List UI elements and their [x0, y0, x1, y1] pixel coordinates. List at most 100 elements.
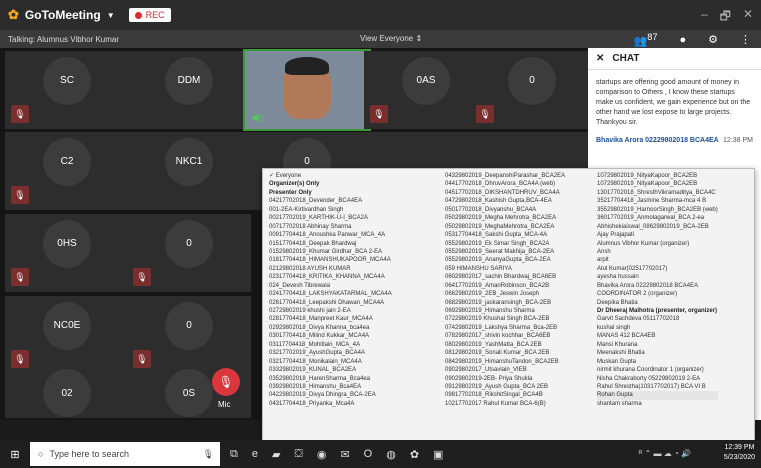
participant-tile[interactable]: NKC1 — [127, 132, 251, 210]
recipient-option[interactable]: MANAS 412 BCA4EB — [597, 332, 718, 340]
participant-tile[interactable]: 02 — [5, 368, 129, 418]
recipient-option[interactable]: 09029802017_Utsavlain_VIEB — [445, 366, 565, 374]
recipient-option[interactable]: Alumnus Vibhor Kumar (organizer) — [597, 240, 718, 248]
recipient-option[interactable]: 08429802019_HimanshuTandon_BCA2EB — [445, 358, 565, 366]
app-icon[interactable]: ▣ — [433, 448, 443, 461]
recipient-option[interactable]: Deepika Bhatia — [597, 299, 718, 307]
gotomeeting-icon[interactable]: ✿ — [410, 448, 419, 461]
recipient-option[interactable]: 07429802019_Lakshya Sharma_Bca-2EB — [445, 324, 565, 332]
recipient-option[interactable]: 00917704418_Anoushka Panwar_MCA_4A — [269, 231, 392, 239]
recipient-option[interactable]: Presenter Only — [269, 189, 392, 197]
mic-toggle-button[interactable]: 🎙 — [212, 368, 240, 396]
recipient-option[interactable]: 02129802018 AYUSH KUMAR — [269, 265, 392, 273]
recipient-option[interactable]: 01817704418_HIMANSHUKAPOOR_MCA4A — [269, 256, 392, 264]
recipient-option[interactable]: Muskan Gupta — [597, 358, 718, 366]
participant-video-tile[interactable]: ◀)) — [243, 49, 371, 131]
recipient-option[interactable]: 04729802018_Kashish Gupta,BCA-4EA — [445, 197, 565, 205]
recipient-option[interactable]: 04329802019_DeepanshiParashar_BCA2EA — [445, 172, 565, 180]
view-selector[interactable]: View Everyone ⇕ — [360, 34, 422, 43]
attendees-button[interactable]: 👥87 — [634, 32, 658, 48]
store-icon[interactable]: ⛋ — [294, 448, 302, 461]
recipient-option[interactable]: 03117704418_Mohitlain_MCA_4A — [269, 341, 392, 349]
app-logo[interactable]: ✿ GoToMeeting ▼ — [8, 7, 115, 23]
recipient-option[interactable]: Dr Dheeraj Malhotra (presenter, organize… — [597, 307, 718, 315]
recipient-option[interactable]: Mansi Khurana — [597, 341, 718, 349]
file-explorer-icon[interactable]: ▰ — [272, 448, 280, 461]
recipient-option[interactable]: ayesha hussain — [597, 273, 718, 281]
whatsapp-icon[interactable]: ◍ — [386, 448, 396, 461]
participant-tile[interactable]: NC0E 🎙 — [5, 296, 129, 374]
minimize-button[interactable]: – — [701, 7, 708, 28]
recipient-option[interactable]: arpit — [597, 256, 718, 264]
recipient-dropdown[interactable]: ✓ Everyone Organizer(s) Only Presenter Onl… — [262, 168, 755, 442]
recipient-option[interactable]: 03217702019_AyushGupta_BCA4A — [269, 349, 392, 357]
recipient-option[interactable]: 06929802019_Himanshu Sharma — [445, 307, 565, 315]
participant-tile[interactable]: 0HS 🎙 — [5, 214, 129, 292]
taskbar-search[interactable]: ○ Type here to search 🎙 — [30, 442, 220, 466]
recipient-option[interactable]: 35217704418_Jasmine Sharma-mca 4 B — [597, 197, 718, 205]
recipient-option[interactable]: 00217702019_KARTHIK-U-I_BCA2A — [269, 214, 392, 222]
recipient-option[interactable]: 04417702018_DhruvArora_BCA4A (web) — [445, 180, 565, 188]
participant-tile[interactable]: C2 🎙 — [5, 132, 129, 210]
participant-tile[interactable]: DDM — [127, 51, 251, 129]
mail-icon[interactable]: ✉ — [340, 448, 349, 461]
recipient-option[interactable]: Ajay Prajapati — [597, 231, 718, 239]
recipient-option[interactable]: 04317704418_Priyanka_Mca4A — [269, 400, 392, 408]
recipient-option[interactable]: 05529802019_Seerat Makhija_BCA-2EA — [445, 248, 565, 256]
recipient-option[interactable]: ✓ Everyone — [269, 172, 392, 180]
recipient-option[interactable]: 01529802019_Khumar Girdhar_BCA 2-EA — [269, 248, 392, 256]
recipient-option[interactable]: COORDINATOR 2 (organizer) — [597, 290, 718, 298]
participant-tile[interactable]: 0 🎙 — [127, 214, 251, 292]
chat-bubble-icon[interactable]: ● — [679, 34, 686, 46]
recipient-option[interactable]: Nisha Chakraborty 05229802019 2-EA — [597, 375, 718, 383]
recipient-option[interactable]: 04217702018_Devender_BCA4EA — [269, 197, 392, 205]
participant-tile[interactable]: SC 🎙 — [5, 51, 129, 129]
recipient-option[interactable]: 06629802019_2EB_Jeswin Joseph — [445, 290, 565, 298]
recipient-option[interactable]: Meenakshi Bhatia — [597, 349, 718, 357]
restore-button[interactable]: 🗗 — [720, 7, 731, 28]
recipient-option[interactable]: 04517702018_DIKSHANTDHRUV_BCA4A — [445, 189, 565, 197]
opera-icon[interactable]: O — [364, 448, 373, 461]
recipient-option[interactable]: 05029802019_Megha Mehrotra_BCA2EA — [445, 214, 565, 222]
recipient-option[interactable]: Abhishekiaiswal_08629802019_BCA-2EB — [597, 223, 718, 231]
recipient-option[interactable]: 06029802017_sachin Bhardwaj_BCA6EB — [445, 273, 565, 281]
recipient-option[interactable]: Rahul Shrestha(10317702017) BCA VI B — [597, 383, 718, 391]
recipient-option[interactable]: Bhavika Arora 02229802018 BCA4EA — [597, 282, 718, 290]
recipient-option[interactable]: Atul Kumar(02517702017) — [597, 265, 718, 273]
recipient-option[interactable]: 02617704418_Leepakshi Dhawan_MCA4A — [269, 299, 392, 307]
recipient-option[interactable]: 09029802019-2EB- Priya Shukla — [445, 375, 565, 383]
recipient-option[interactable]: 001-2EA-Kirtivardhan Singh — [269, 206, 392, 214]
recipient-option[interactable]: 02417704418_LAKSHYAKATARMAL_MCA4A — [269, 290, 392, 298]
recipient-option[interactable]: 03017704418_Milind Kukkar_MCA4A — [269, 332, 392, 340]
windows-start-button[interactable]: ⊞ — [0, 440, 30, 468]
task-view-icon[interactable]: ⧉ — [230, 448, 238, 461]
recipient-option[interactable]: 05317704418_Sakshi Gupta_MCA-4A — [445, 231, 565, 239]
participant-tile[interactable]: 0 🎙 — [470, 51, 594, 129]
recipient-option[interactable]: 09129802019_Ayush Gupta_BCA 2EB — [445, 383, 565, 391]
rec-badge[interactable]: REC — [128, 8, 171, 22]
recipient-option[interactable]: 10729802019_NityaKapoor_BCA2EB — [597, 180, 718, 188]
recipient-option[interactable]: 08129802019_Sonali Kumar_BCA 2EB — [445, 349, 565, 357]
recipient-option[interactable]: 024_Devesh Tibrewala — [269, 282, 392, 290]
recipient-option[interactable]: 02729802019 khushi jain 2-EA — [269, 307, 392, 315]
recipient-option[interactable]: 13017702018_ShresthVikramaditya_BCA4C — [597, 189, 718, 197]
recipient-option[interactable]: 059 HIMANSHU SARIYA — [445, 265, 565, 273]
more-icon[interactable]: ⋮ — [740, 33, 751, 46]
recipient-option[interactable]: 05029802019_MeghaMehrotra_BCA2EA — [445, 223, 565, 231]
recipient-option[interactable]: 01517704418_Deepak Bhardwaj — [269, 240, 392, 248]
close-button[interactable]: ✕ — [743, 7, 753, 28]
recipient-option[interactable]: nirmit khurana Coordinator 1 (organizer) — [597, 366, 718, 374]
gear-icon[interactable]: ⚙ — [708, 33, 718, 46]
recipient-option[interactable]: 03529802018_HarenSharma_Bca4ea — [269, 375, 392, 383]
recipient-option[interactable]: 06417702019_AmanRobinson_BCA2B — [445, 282, 565, 290]
recipient-option[interactable]: 06829802019_jaskaransingh_BCA-2EB — [445, 299, 565, 307]
recipient-option[interactable]: 35529802019_HarnoorSingh_BCA2EB (web) — [597, 206, 718, 214]
recipient-option[interactable]: Rohan Gupta — [597, 391, 718, 400]
edge-icon[interactable]: e — [252, 448, 258, 461]
recipient-option[interactable]: Ansh — [597, 248, 718, 256]
recipient-option[interactable]: Organizer(s) Only — [269, 180, 392, 188]
recipient-option[interactable]: 10729802019_NityaKapoor_BCA2EB — [597, 172, 718, 180]
recipient-option[interactable]: Garvit Sachdeva 05117702018 — [597, 315, 718, 323]
recipient-option[interactable]: 02929802018_Divya Khanna_bca4ea — [269, 324, 392, 332]
recipient-option[interactable]: 05529802019_AnanyaGupta_BCA-2EA — [445, 256, 565, 264]
